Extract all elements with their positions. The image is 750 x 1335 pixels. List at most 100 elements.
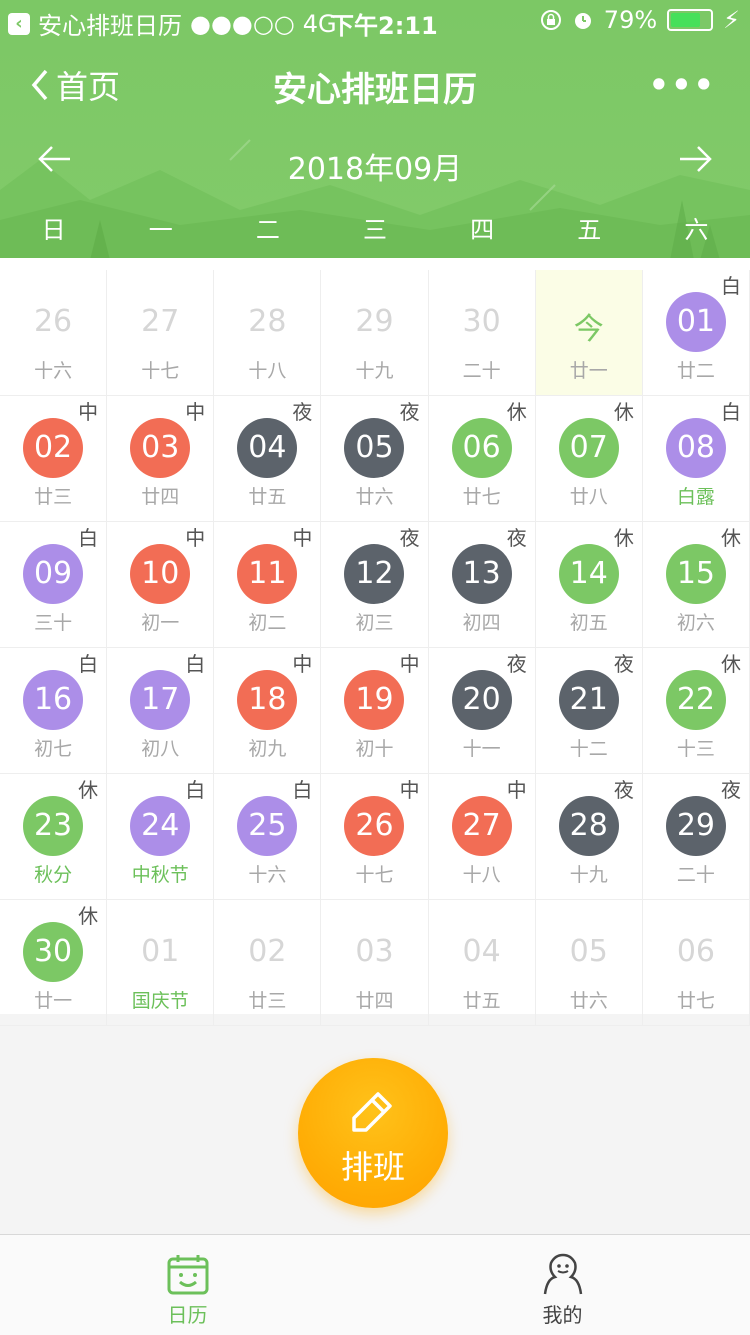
shift-label: 白 bbox=[185, 652, 206, 676]
weekday-sun: 日 bbox=[41, 216, 66, 244]
lunar-date: 廿一 bbox=[34, 990, 73, 1012]
lunar-date: 初七 bbox=[34, 738, 73, 760]
charging-icon: ⚡ bbox=[723, 6, 740, 34]
calendar-day[interactable]: 26 中十七 bbox=[321, 774, 429, 900]
calendar-day[interactable]: 04 廿五 bbox=[428, 900, 536, 1026]
shift-label: 夜 bbox=[506, 652, 527, 676]
shift-label: 中 bbox=[399, 778, 420, 802]
shift-label: 白 bbox=[185, 778, 206, 802]
calendar-day[interactable]: 03 中廿四 bbox=[107, 396, 215, 522]
lunar-date: 二十 bbox=[676, 864, 715, 886]
calendar-day[interactable]: 06 廿七 bbox=[642, 900, 750, 1026]
lunar-date: 十六 bbox=[248, 864, 287, 886]
calendar-day[interactable]: 01 国庆节 bbox=[107, 900, 215, 1026]
calendar-day[interactable]: 28 十八 bbox=[214, 270, 322, 396]
day-number-badge: 12 bbox=[344, 544, 405, 604]
shift-label: 夜 bbox=[506, 526, 527, 550]
lunar-date: 廿六 bbox=[355, 486, 394, 508]
calendar-day[interactable]: 27 中十八 bbox=[428, 774, 536, 900]
festival-label: 秋分 bbox=[34, 864, 73, 886]
calendar-day[interactable]: 11 中初二 bbox=[214, 522, 322, 648]
calendar-day[interactable]: 09 白三十 bbox=[0, 522, 108, 648]
calendar-day[interactable]: 30 二十 bbox=[428, 270, 536, 396]
tab-me[interactable]: 我的 bbox=[375, 1235, 750, 1335]
calendar-day[interactable]: 15 休初六 bbox=[642, 522, 750, 648]
app-header: ‹ 安心排班日历 ●●●○○ 4G 下午2:11 79% ⚡ 首页 安心排班日历… bbox=[0, 0, 750, 258]
shift-label: 中 bbox=[292, 652, 313, 676]
lunar-date: 初十 bbox=[355, 738, 394, 760]
weekday-header: 日 一 二 三 四 五 六 bbox=[0, 210, 750, 250]
calendar-day[interactable]: 22 休十三 bbox=[642, 648, 750, 774]
calendar-day[interactable]: 03 廿四 bbox=[321, 900, 429, 1026]
user-icon bbox=[543, 1253, 582, 1295]
calendar-day[interactable]: 30 休廿一 bbox=[0, 900, 108, 1026]
calendar-day[interactable]: 19 中初十 bbox=[321, 648, 429, 774]
calendar-day-today[interactable]: 今廿一 bbox=[535, 270, 643, 396]
shift-label: 夜 bbox=[721, 778, 741, 802]
calendar-day[interactable]: 12 夜初三 bbox=[321, 522, 429, 648]
day-number-badge: 13 bbox=[451, 544, 512, 604]
tab-calendar[interactable]: 日历 bbox=[0, 1235, 375, 1335]
shift-label: 中 bbox=[506, 778, 527, 802]
nav-bar: 首页 安心排班日历 ••• bbox=[0, 52, 750, 116]
calendar-day[interactable]: 02 廿三 bbox=[214, 900, 322, 1026]
next-month-arrow-icon[interactable] bbox=[678, 144, 712, 174]
schedule-button-label: 排班 bbox=[340, 1148, 405, 1186]
shift-label: 中 bbox=[185, 400, 206, 424]
calendar-day[interactable]: 05 夜廿六 bbox=[321, 396, 429, 522]
day-number-badge: 01 bbox=[665, 292, 726, 352]
schedule-button[interactable]: 排班 bbox=[298, 1058, 448, 1208]
weekday-mon: 一 bbox=[148, 216, 173, 244]
calendar-day[interactable]: 07 休廿八 bbox=[535, 396, 643, 522]
shift-label: 夜 bbox=[399, 400, 420, 424]
calendar-day[interactable]: 16 白初七 bbox=[0, 648, 108, 774]
shift-label: 休 bbox=[613, 400, 634, 424]
source-app-label[interactable]: 安心排班日历 bbox=[38, 6, 182, 41]
calendar-day[interactable]: 14 休初五 bbox=[535, 522, 643, 648]
shift-label: 白 bbox=[721, 400, 741, 424]
calendar-day[interactable]: 27 十七 bbox=[107, 270, 215, 396]
calendar-day[interactable]: 21 夜十二 bbox=[535, 648, 643, 774]
day-number-badge: 27 bbox=[451, 796, 512, 856]
calendar-day[interactable]: 23 休秋分 bbox=[0, 774, 108, 900]
calendar-day[interactable]: 20 夜十一 bbox=[428, 648, 536, 774]
calendar-day[interactable]: 06 休廿七 bbox=[428, 396, 536, 522]
day-number: 06 bbox=[676, 934, 716, 969]
day-number-badge: 03 bbox=[130, 418, 191, 478]
calendar-day[interactable]: 25 白十六 bbox=[214, 774, 322, 900]
calendar-day[interactable]: 29 夜二十 bbox=[642, 774, 750, 900]
lunar-date: 廿一 bbox=[569, 360, 608, 382]
calendar-day[interactable]: 24 白中秋节 bbox=[107, 774, 215, 900]
shift-label: 中 bbox=[185, 526, 206, 550]
lunar-date: 廿六 bbox=[569, 990, 608, 1012]
lunar-date: 十九 bbox=[569, 864, 608, 886]
status-bar: ‹ 安心排班日历 ●●●○○ 4G 下午2:11 79% ⚡ bbox=[0, 0, 750, 40]
shift-label: 夜 bbox=[613, 778, 634, 802]
current-month[interactable]: 2018年09月 bbox=[0, 144, 750, 188]
battery-percent: 79% bbox=[603, 6, 658, 34]
lunar-date: 廿七 bbox=[676, 990, 715, 1012]
calendar-day[interactable]: 26 十六 bbox=[0, 270, 108, 396]
lunar-date: 廿七 bbox=[462, 486, 501, 508]
shift-label: 休 bbox=[721, 526, 741, 550]
weekday-tue: 二 bbox=[255, 216, 280, 244]
calendar-day[interactable]: 10 中初一 bbox=[107, 522, 215, 648]
calendar-day[interactable]: 29 十九 bbox=[321, 270, 429, 396]
day-number-badge: 19 bbox=[344, 670, 405, 730]
calendar-day[interactable]: 05 廿六 bbox=[535, 900, 643, 1026]
back-to-app-icon[interactable]: ‹ bbox=[8, 12, 30, 35]
calendar-day[interactable]: 13 夜初四 bbox=[428, 522, 536, 648]
alarm-icon bbox=[574, 13, 591, 29]
calendar-day[interactable]: 28 夜十九 bbox=[535, 774, 643, 900]
page-title: 安心排班日历 bbox=[273, 70, 477, 110]
calendar-day[interactable]: 08 白白露 bbox=[642, 396, 750, 522]
lunar-date: 十八 bbox=[248, 360, 287, 382]
calendar-day[interactable]: 02 中廿三 bbox=[0, 396, 108, 522]
calendar-day[interactable]: 01 白廿二 bbox=[642, 270, 750, 396]
calendar-day[interactable]: 17 白初八 bbox=[107, 648, 215, 774]
more-button[interactable]: ••• bbox=[649, 66, 716, 104]
calendar-day[interactable]: 18 中初九 bbox=[214, 648, 322, 774]
calendar-grid: 26 十六 27 十七 28 十八 29 十九 30 二十今廿一 01 白廿二 02 中廿三 03 中廿四 04… bbox=[0, 270, 750, 1026]
calendar-day[interactable]: 04 夜廿五 bbox=[214, 396, 322, 522]
weekday-sat: 六 bbox=[684, 216, 709, 244]
